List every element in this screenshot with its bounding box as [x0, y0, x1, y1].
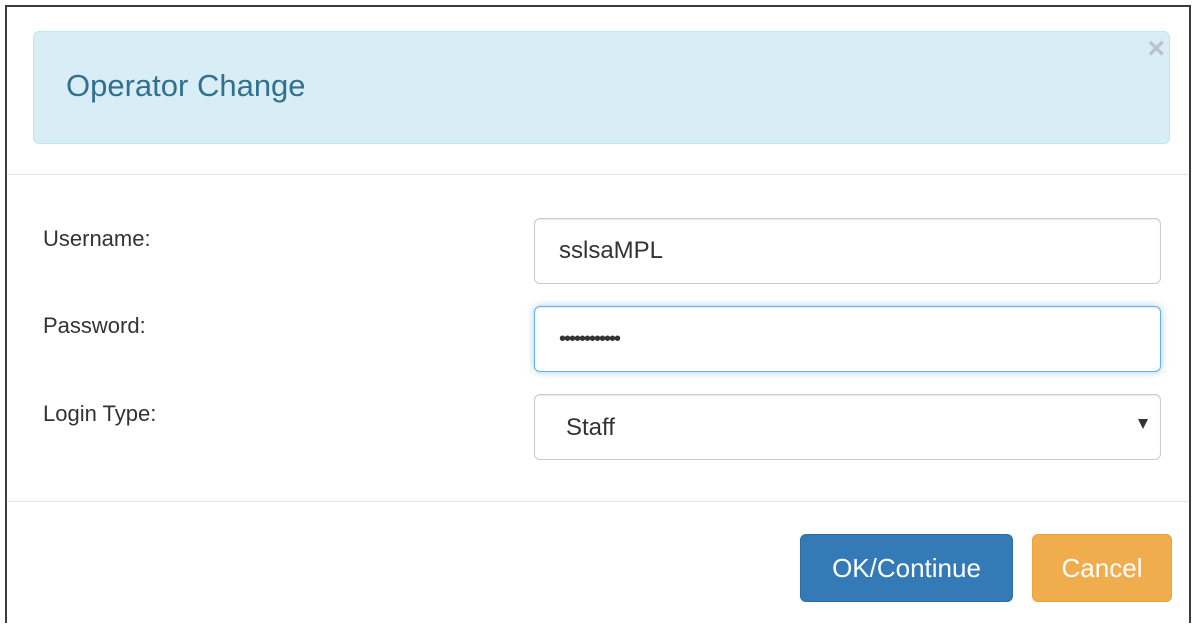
close-icon[interactable]: × — [1147, 32, 1165, 66]
login-type-label: Login Type: — [43, 401, 157, 426]
login-type-selected-value: Staff — [566, 414, 615, 441]
username-input[interactable] — [534, 218, 1161, 284]
dialog-header: Operator Change × — [33, 31, 1170, 144]
login-type-select[interactable]: Staff — [534, 394, 1161, 460]
password-label: Password: — [43, 313, 146, 338]
footer-divider — [7, 501, 1189, 502]
cancel-button[interactable]: Cancel — [1032, 534, 1172, 602]
operator-change-dialog: Operator Change × Username: Password: Lo… — [5, 5, 1191, 623]
username-label: Username: — [43, 226, 151, 251]
chevron-down-icon — [1138, 419, 1148, 429]
header-divider — [7, 174, 1189, 175]
dialog-title: Operator Change — [66, 68, 306, 103]
password-input[interactable] — [534, 306, 1161, 372]
ok-continue-button[interactable]: OK/Continue — [800, 534, 1013, 602]
